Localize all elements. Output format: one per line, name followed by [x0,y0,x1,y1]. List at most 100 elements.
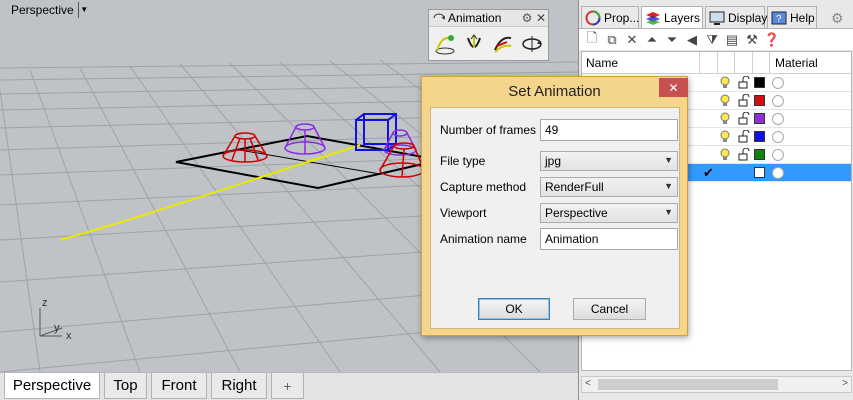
chevron-down-icon: ▼ [664,155,673,165]
ok-button[interactable]: OK [478,298,550,320]
move-left-icon[interactable]: ◀ [683,31,701,49]
chevron-down-icon[interactable]: ▼ [77,1,90,18]
panel-tabs: Prop... Layers Display ? Help ⚙ [579,6,853,29]
close-icon[interactable]: ✕ [534,11,548,25]
tools-icon[interactable]: ⚒ [743,31,761,49]
material-swatch[interactable] [772,167,784,179]
record-animation-icon[interactable] [460,30,487,57]
properties-icon [585,10,601,26]
capture-label: Capture method [440,180,527,194]
add-tab-button[interactable]: + [271,373,304,399]
tab-properties[interactable]: Prop... [581,6,639,28]
lightbulb-icon[interactable] [720,76,730,92]
tab-help-label: Help [790,10,815,25]
animation-toolbar-title: Animation [448,11,502,25]
viewport-title-label[interactable]: Perspective [3,3,78,17]
tab-properties-label: Prop... [604,10,640,25]
material-swatch[interactable] [772,113,784,125]
animation-setup-icon[interactable] [431,30,458,57]
help-icon[interactable]: ❓ [763,31,781,49]
unlock-icon[interactable] [738,147,750,164]
layers-icon [645,10,661,26]
layer-table-header: Name Material [582,52,851,74]
viewport-label: Viewport [440,206,487,220]
move-down-icon[interactable]: ⏷ [663,31,681,49]
new-layer-icon[interactable]: 🗋 [583,30,601,49]
material-swatch[interactable] [772,131,784,143]
tab-display-label: Display [728,10,768,25]
capture-value: RenderFull [545,180,604,194]
delete-layer-icon[interactable]: ✕ [623,31,641,49]
move-up-icon[interactable]: ⏶ [643,31,661,49]
turntable-icon[interactable] [518,30,545,57]
cancel-button[interactable]: Cancel [573,298,646,320]
axis-x-label: x [66,330,72,342]
unlock-icon[interactable] [738,93,750,110]
name-label: Animation name [440,232,527,246]
tab-top[interactable]: Top [104,373,147,399]
layer-color-swatch[interactable] [754,77,765,88]
path-curve[interactable] [59,144,361,241]
display-icon [709,10,725,26]
settings-list-icon[interactable]: ▤ [723,31,741,49]
scroll-left-icon[interactable]: < [585,378,591,389]
frames-label: Number of frames [440,123,537,137]
current-layer-check-icon[interactable]: ✔ [703,165,714,181]
viewport-title[interactable]: Perspective ▼ [3,1,90,18]
layer-color-swatch[interactable] [754,131,765,142]
material-swatch[interactable] [772,95,784,107]
chevron-down-icon: ▼ [664,207,673,217]
unlock-icon[interactable] [738,75,750,92]
layer-color-swatch[interactable] [754,167,765,178]
material-swatch[interactable] [772,77,784,89]
set-animation-dialog: Set Animation ✕ Number of frames 49 File… [421,76,688,336]
rotate-arrow-icon [433,11,446,25]
lightbulb-icon[interactable] [720,112,730,128]
lightbulb-icon[interactable] [720,94,730,110]
unlock-icon[interactable] [738,111,750,128]
name-column-header[interactable]: Name [586,56,618,70]
viewport-select[interactable]: Perspective ▼ [540,203,678,223]
frames-input[interactable]: 49 [540,119,678,141]
close-icon: ✕ [668,80,679,95]
play-animation-icon[interactable] [489,30,516,57]
dialog-title: Set Animation [508,83,601,100]
animation-toolbar-header[interactable]: Animation ⚙ ✕ [429,10,548,27]
scroll-right-icon[interactable]: > [842,378,848,389]
lightbulb-icon[interactable] [720,130,730,146]
help-icon: ? [771,10,787,26]
new-sublayer-icon[interactable]: ⧉ [603,31,621,49]
tab-perspective[interactable]: Perspective [4,373,100,399]
blue-box[interactable] [355,113,397,151]
layer-color-swatch[interactable] [754,113,765,124]
red-cone[interactable] [222,132,268,163]
viewport-tabs: Perspective Top Front Right + [0,372,578,400]
layer-color-swatch[interactable] [754,95,765,106]
filter-icon[interactable]: ⧩ [703,31,721,49]
material-swatch[interactable] [772,149,784,161]
lightbulb-icon[interactable] [720,148,730,164]
animation-toolbar: Animation ⚙ ✕ [428,9,549,61]
tab-layers[interactable]: Layers [641,6,703,29]
material-column-header[interactable]: Material [775,56,818,70]
capture-select[interactable]: RenderFull ▼ [540,177,678,197]
layer-color-swatch[interactable] [754,149,765,160]
filetype-value: jpg [545,154,562,168]
svg-text:?: ? [776,14,782,25]
unlock-icon[interactable] [738,129,750,146]
gear-icon[interactable]: ⚙ [520,11,534,25]
axis-z-label: z [42,297,48,309]
tab-display[interactable]: Display [705,6,768,28]
close-button[interactable]: ✕ [659,78,688,97]
tab-right[interactable]: Right [211,373,267,399]
gear-icon[interactable]: ⚙ [831,10,844,27]
tab-front[interactable]: Front [151,373,207,399]
horizontal-scrollbar[interactable]: < > [581,376,852,393]
scrollbar-thumb[interactable] [598,379,778,390]
dialog-body: Number of frames 49 File type jpg ▼ Capt… [430,107,680,329]
filetype-select[interactable]: jpg ▼ [540,151,678,171]
tab-help[interactable]: ? Help [767,6,817,28]
animation-name-input[interactable]: Animation [540,228,678,250]
tab-layers-label: Layers [664,11,701,25]
layer-toolbar: 🗋 ⧉ ✕ ⏶ ⏷ ◀ ⧩ ▤ ⚒ ❓ [579,28,853,50]
